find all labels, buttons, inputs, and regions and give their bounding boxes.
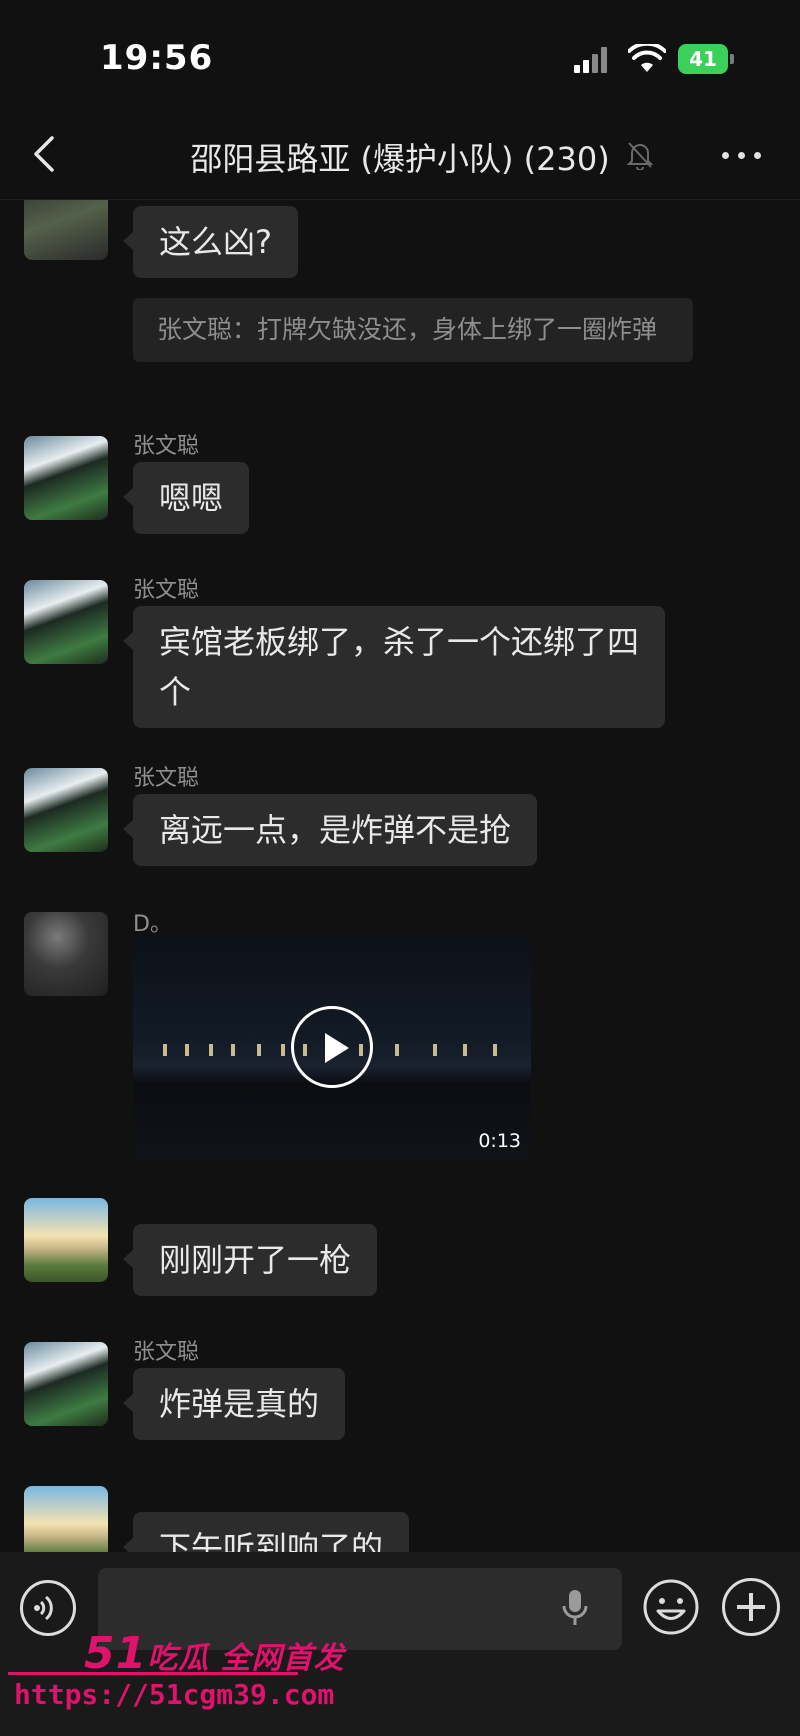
video-message[interactable]: 0:13 bbox=[133, 936, 531, 1160]
avatar[interactable] bbox=[24, 1486, 108, 1552]
watermark-brand-text: 吃瓜 全网首发 bbox=[147, 1641, 345, 1676]
microphone-icon[interactable] bbox=[560, 1588, 590, 1628]
status-time: 19:56 bbox=[100, 38, 214, 78]
message-bubble[interactable]: 这么凶? bbox=[123, 206, 298, 278]
message-bubble[interactable]: 嗯嗯 bbox=[122, 462, 250, 534]
emoji-icon[interactable] bbox=[642, 1578, 700, 1636]
plus-icon[interactable] bbox=[722, 1578, 780, 1636]
sender-name: D。 bbox=[133, 912, 172, 937]
message-bubble[interactable]: 离远一点，是炸弹不是抢 bbox=[122, 794, 538, 866]
video-duration: 0:13 bbox=[478, 1130, 521, 1152]
message-bubble[interactable]: 宾馆老板绑了，杀了一个还绑了四个 bbox=[123, 606, 665, 728]
watermark-url: https://51cgm39.com bbox=[14, 1678, 335, 1711]
wifi-icon bbox=[628, 44, 666, 72]
battery-level: 41 bbox=[678, 44, 728, 74]
cellular-signal-icon bbox=[574, 47, 608, 73]
sender-name: 张文聪 bbox=[133, 578, 200, 603]
avatar[interactable] bbox=[24, 1198, 108, 1282]
avatar[interactable] bbox=[24, 768, 108, 852]
avatar[interactable] bbox=[24, 580, 108, 664]
battery-cap bbox=[730, 54, 734, 64]
avatar[interactable] bbox=[24, 1342, 108, 1426]
message-bubble[interactable]: 炸弹是真的 bbox=[122, 1368, 346, 1440]
more-options-icon[interactable] bbox=[718, 136, 764, 172]
sender-name: 张文聪 bbox=[133, 434, 200, 459]
quoted-reply[interactable]: 张文聪：打牌欠缺没还，身体上绑了一圈炸弹 bbox=[133, 298, 693, 362]
watermark-divider bbox=[8, 1672, 298, 1675]
sender-name: 张文聪 bbox=[133, 1340, 200, 1365]
play-icon[interactable] bbox=[291, 1006, 373, 1088]
avatar[interactable] bbox=[24, 912, 108, 996]
mute-bell-icon bbox=[626, 142, 654, 170]
avatar[interactable] bbox=[24, 200, 108, 260]
message-bubble[interactable]: 刚刚开了一枪 bbox=[122, 1224, 378, 1296]
voice-input-icon[interactable] bbox=[20, 1580, 76, 1636]
message-bubble[interactable]: 下午听到响了的 bbox=[122, 1512, 410, 1552]
avatar[interactable] bbox=[24, 436, 108, 520]
status-bar: 19:56 41 bbox=[0, 0, 800, 110]
message-list[interactable]: 这么凶? 张文聪：打牌欠缺没还，身体上绑了一圈炸弹 张文聪 嗯嗯 张文聪 宾馆老… bbox=[0, 200, 800, 1552]
chat-title: 邵阳县路亚 (爆护小队) (230) bbox=[190, 140, 610, 178]
chat-header: 邵阳县路亚 (爆护小队) (230) bbox=[0, 110, 800, 200]
sender-name: 张文聪 bbox=[133, 766, 200, 791]
